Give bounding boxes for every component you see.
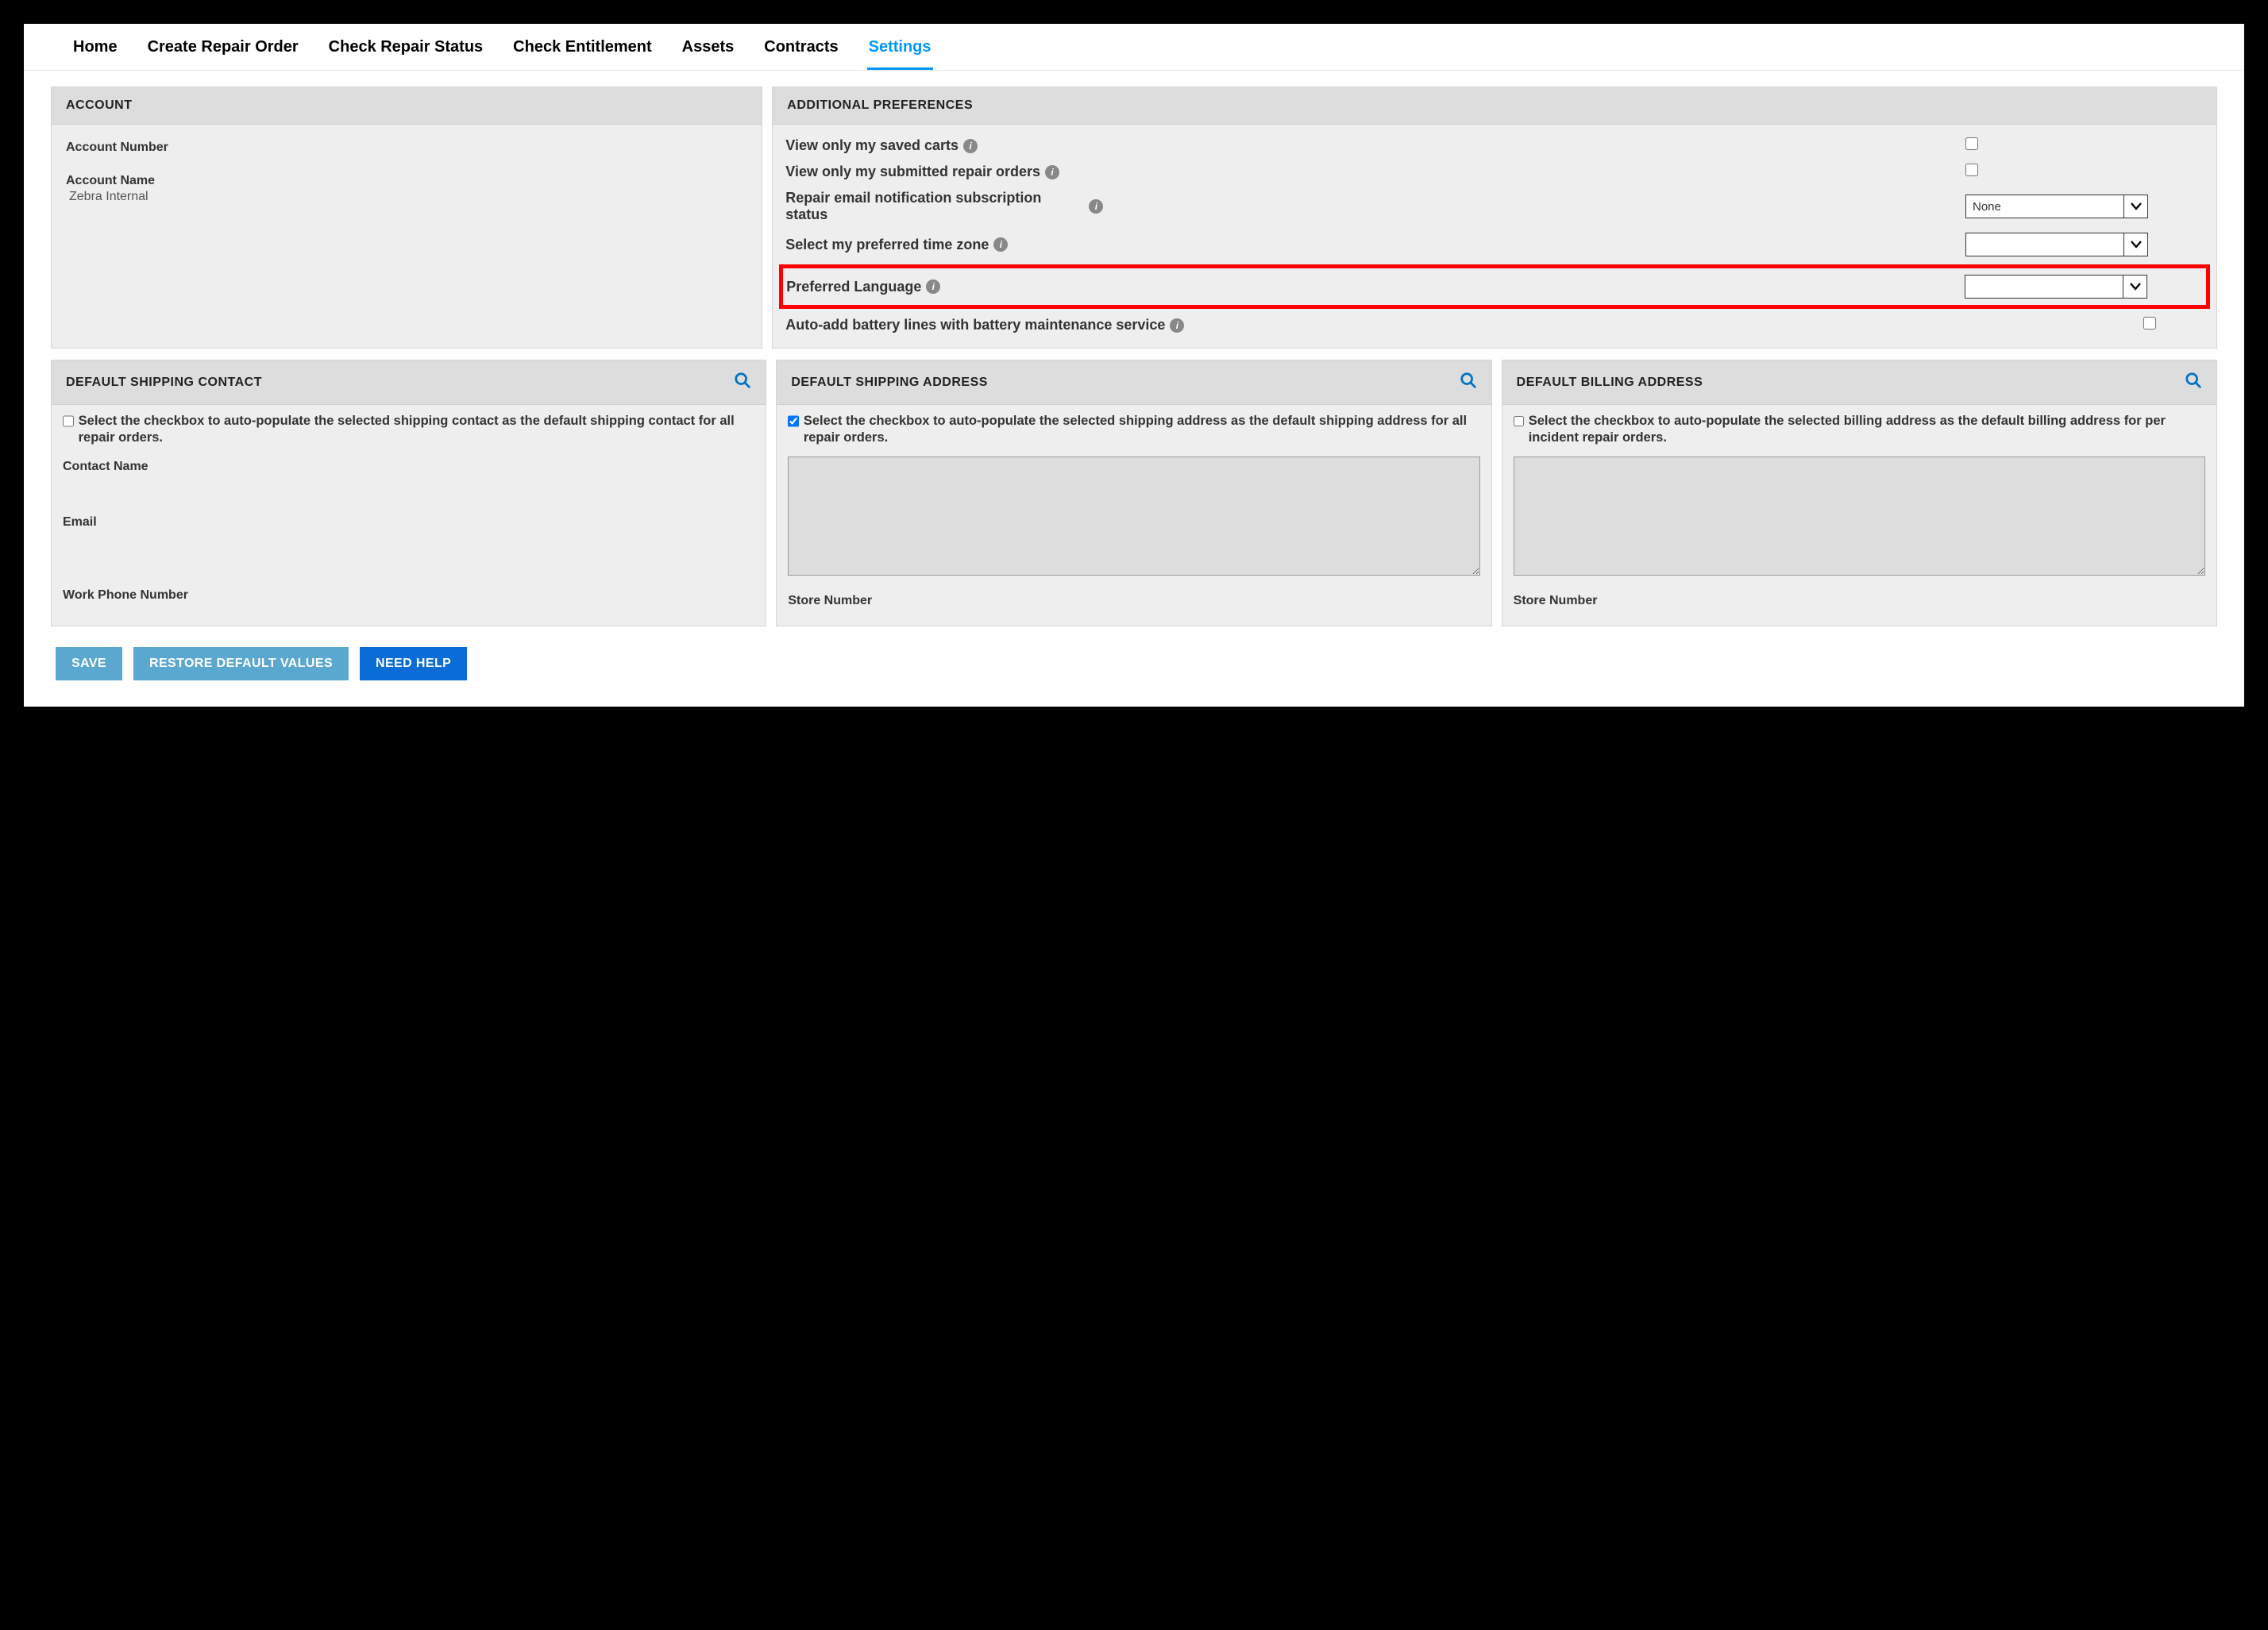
chevron-down-icon	[2123, 276, 2146, 298]
search-icon[interactable]	[2185, 372, 2202, 393]
billing-address-cb-text: Select the checkbox to auto-populate the…	[1529, 413, 2205, 445]
battery-checkbox[interactable]	[2143, 317, 2156, 329]
email-status-value: None	[1966, 200, 2123, 214]
email-status-label: Repair email notification subscription s…	[785, 190, 1084, 223]
info-icon[interactable]: i	[1170, 318, 1184, 333]
info-icon[interactable]: i	[926, 279, 940, 294]
language-select[interactable]	[1965, 275, 2147, 299]
preferences-header: ADDITIONAL PREFERENCES	[773, 87, 2216, 125]
account-name-label: Account Name	[66, 174, 747, 188]
saved-carts-checkbox[interactable]	[1965, 137, 1978, 150]
email-label: Email	[63, 515, 754, 530]
info-icon[interactable]: i	[993, 237, 1008, 252]
need-help-button[interactable]: NEED HELP	[360, 647, 467, 680]
work-phone-label: Work Phone Number	[63, 588, 754, 603]
billing-address-header: DEFAULT BILLING ADDRESS	[1517, 376, 1703, 390]
billing-address-auto-checkbox[interactable]	[1514, 415, 1524, 427]
shipping-address-cb-text: Select the checkbox to auto-populate the…	[804, 413, 1480, 445]
shipping-contact-header: DEFAULT SHIPPING CONTACT	[66, 376, 262, 390]
saved-carts-label: View only my saved carts	[785, 137, 958, 154]
timezone-select[interactable]	[1965, 233, 2148, 256]
contact-name-label: Contact Name	[63, 460, 754, 474]
default-shipping-address-panel: DEFAULT SHIPPING ADDRESS Select the chec…	[776, 360, 1491, 626]
submitted-orders-checkbox[interactable]	[1965, 164, 1978, 176]
email-status-select[interactable]: None	[1965, 195, 2148, 218]
search-icon[interactable]	[734, 372, 751, 393]
language-label: Preferred Language	[786, 279, 921, 295]
save-button[interactable]: SAVE	[56, 647, 122, 680]
account-panel: ACCOUNT Account Number Account Name Zebr…	[51, 87, 762, 349]
shipping-address-auto-checkbox[interactable]	[788, 415, 799, 427]
default-shipping-contact-panel: DEFAULT SHIPPING CONTACT Select the chec…	[51, 360, 766, 626]
preferred-language-row: Preferred Language i	[779, 264, 2210, 309]
settings-window: Home Create Repair Order Check Repair St…	[24, 24, 2244, 707]
account-name-value: Zebra Internal	[69, 190, 747, 204]
shipping-address-header: DEFAULT SHIPPING ADDRESS	[791, 376, 988, 390]
top-nav: Home Create Repair Order Check Repair St…	[24, 24, 2244, 71]
account-header: ACCOUNT	[52, 87, 762, 125]
restore-defaults-button[interactable]: RESTORE DEFAULT VALUES	[133, 647, 349, 680]
nav-settings[interactable]: Settings	[867, 38, 933, 70]
billing-store-number-label: Store Number	[1514, 594, 2205, 608]
additional-preferences-panel: ADDITIONAL PREFERENCES View only my save…	[772, 87, 2217, 349]
nav-contracts[interactable]: Contracts	[762, 38, 839, 70]
nav-check-repair-status[interactable]: Check Repair Status	[327, 38, 485, 70]
battery-label: Auto-add battery lines with battery main…	[785, 317, 1165, 333]
billing-address-textarea[interactable]	[1514, 457, 2205, 576]
nav-create-repair-order[interactable]: Create Repair Order	[146, 38, 300, 70]
chevron-down-icon	[2123, 195, 2147, 218]
shipping-address-textarea[interactable]	[788, 457, 1479, 576]
shipping-contact-cb-text: Select the checkbox to auto-populate the…	[79, 413, 755, 445]
nav-home[interactable]: Home	[71, 38, 119, 70]
nav-check-entitlement[interactable]: Check Entitlement	[511, 38, 653, 70]
info-icon[interactable]: i	[1089, 199, 1103, 214]
default-billing-address-panel: DEFAULT BILLING ADDRESS Select the check…	[1502, 360, 2217, 626]
account-number-label: Account Number	[66, 141, 747, 155]
info-icon[interactable]: i	[963, 139, 978, 153]
shipping-store-number-label: Store Number	[788, 594, 1479, 608]
chevron-down-icon	[2123, 233, 2147, 256]
nav-assets[interactable]: Assets	[681, 38, 736, 70]
info-icon[interactable]: i	[1045, 165, 1059, 179]
submitted-orders-label: View only my submitted repair orders	[785, 164, 1040, 180]
shipping-contact-auto-checkbox[interactable]	[63, 415, 74, 427]
search-icon[interactable]	[1460, 372, 1477, 393]
timezone-label: Select my preferred time zone	[785, 237, 989, 253]
